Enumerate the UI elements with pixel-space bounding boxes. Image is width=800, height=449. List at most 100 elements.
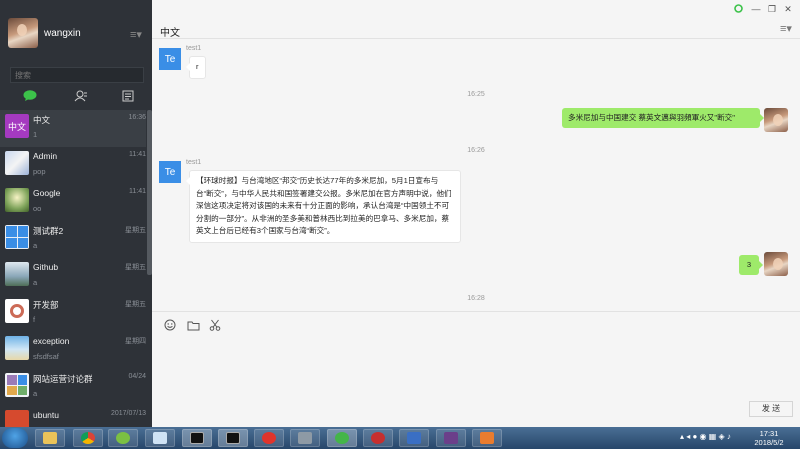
divider [152, 311, 800, 312]
terminal-icon[interactable] [182, 429, 212, 447]
chat-menu-icon[interactable]: ≡▾ [780, 22, 792, 35]
terminal-icon[interactable] [218, 429, 248, 447]
clock-time: 17:31 [759, 429, 779, 438]
chat-list-item[interactable]: exception sfsdfsaf 星期四 [0, 332, 146, 369]
timestamp: 16:28 [467, 295, 485, 302]
message-area[interactable]: Te test1 r 16:25 多米尼加与中国建交 蔡英文邁與羽頻軍火又"断交… [152, 39, 800, 312]
java-icon[interactable] [472, 429, 502, 447]
chat-preview: a [33, 241, 38, 250]
chat-time: 11:41 [129, 188, 146, 195]
chat-title: 中文 [160, 28, 180, 39]
game-icon[interactable] [436, 429, 466, 447]
chat-list-item[interactable]: Github a 星期五 [0, 258, 146, 295]
chat-name: 开发部 [33, 300, 59, 310]
timestamp: 16:25 [467, 91, 485, 98]
taskbar-clock[interactable]: 17:31 2018/5/2 [748, 429, 790, 447]
my-avatar[interactable] [764, 108, 788, 132]
wechat-icon[interactable] [327, 429, 357, 447]
chat-time: 星期五 [125, 264, 146, 271]
chat-preview: pop [33, 167, 46, 176]
emoji-icon[interactable] [163, 318, 177, 332]
restore-icon[interactable]: ❐ [766, 4, 778, 15]
chat-time: 11:41 [129, 151, 146, 158]
close-icon[interactable]: ✕ [782, 4, 794, 15]
chat-preview: a [33, 389, 38, 398]
chat-preview: a [33, 278, 38, 287]
chat-avatar [5, 262, 29, 286]
chat-list-item[interactable]: ubuntu 2017/07/13 [0, 406, 146, 427]
chat-name: ubuntu [33, 410, 59, 420]
chat-avatar [5, 299, 29, 323]
window-titlebar: — ❐ ✕ [152, 0, 800, 20]
sidebar: wangxin ≡▾ 中文 中文 1 16:36 Admin pop 11:41… [0, 0, 152, 427]
timestamp: 16:26 [467, 147, 485, 154]
chat-list-item[interactable]: 中文 中文 1 16:36 [0, 110, 146, 147]
chat-avatar [5, 410, 29, 427]
user-avatar[interactable] [8, 18, 38, 48]
message-input[interactable] [158, 338, 794, 396]
chat-time: 星期四 [125, 338, 146, 345]
chat-list: 中文 中文 1 16:36 Admin pop 11:41 Google oo … [0, 110, 152, 427]
chat-name: exception [33, 336, 70, 346]
hamburger-icon[interactable]: ≡▾ [130, 28, 142, 41]
chat-list-item[interactable]: 开发部 f 星期五 [0, 295, 146, 332]
favorites-icon[interactable] [118, 86, 138, 106]
input-toolbar [152, 314, 800, 334]
chat-time: 星期五 [125, 227, 146, 234]
chat-preview: sfsdfsaf [33, 352, 59, 361]
chat-time: 16:36 [128, 114, 146, 121]
status-circle-icon[interactable] [732, 4, 744, 15]
minimize-icon[interactable]: — [750, 4, 762, 14]
search-input[interactable] [10, 67, 144, 83]
chat-list-item[interactable]: Admin pop 11:41 [0, 147, 146, 184]
message-bubble-sent[interactable]: 3 [739, 255, 763, 275]
chat-avatar: 中文 [5, 114, 29, 138]
chat-bubble-icon[interactable] [20, 86, 40, 106]
send-button[interactable]: 发 送 [749, 401, 793, 417]
chat-panel: — ❐ ✕ 中文 ≡▾ Te test1 r 16:25 多米尼加与中国建交 蔡… [152, 0, 800, 427]
chat-preview: oo [33, 204, 42, 213]
chat-list-item[interactable]: Google oo 11:41 [0, 184, 146, 221]
chat-name: Google [33, 188, 61, 198]
explorer-icon[interactable] [35, 429, 65, 447]
system-tray[interactable]: ▴ ◂ ● ◉ ▦ ◈ ♪ [680, 432, 731, 441]
clock-date: 2018/5/2 [754, 438, 784, 447]
contacts-icon[interactable] [71, 86, 91, 106]
chat-time: 04/24 [128, 373, 146, 380]
chat-time: 星期五 [125, 301, 146, 308]
sender-avatar[interactable]: Te [159, 48, 181, 70]
netease-music-icon[interactable] [363, 429, 393, 447]
message-bubble-sent[interactable]: 多米尼加与中国建交 蔡英文邁與羽頻軍火又"断交" [562, 108, 764, 128]
chrome-icon[interactable] [73, 429, 103, 447]
start-button[interactable] [2, 428, 28, 448]
chat-name: 网站运营讨论群 [33, 374, 93, 384]
sender-avatar[interactable]: Te [159, 161, 181, 183]
trident-icon[interactable] [399, 429, 429, 447]
chat-list-item[interactable]: 网站运营讨论群 a 04/24 [0, 369, 146, 406]
chat-avatar [5, 336, 29, 360]
message-bubble[interactable]: r [186, 56, 206, 79]
netease-icon[interactable] [254, 429, 284, 447]
chat-avatar [5, 188, 29, 212]
profile-name: wangxin [44, 28, 81, 39]
app-green-icon[interactable] [108, 429, 138, 447]
message-bubble[interactable]: 【环球时报】与台湾地区“邦交”历史长达77年的多米尼加，5月1日宣布与台“断交”… [186, 170, 461, 243]
database-icon[interactable] [290, 429, 320, 447]
folder-icon[interactable] [186, 318, 200, 332]
chat-name: Admin [33, 151, 58, 161]
chat-list-item[interactable]: 测试群2 a 星期五 [0, 221, 146, 258]
my-avatar[interactable] [764, 252, 788, 276]
sidebar-nav [0, 86, 152, 108]
scissors-icon[interactable] [208, 318, 222, 332]
profile-header: wangxin ≡▾ [0, 0, 152, 62]
sender-name: test1 [186, 45, 202, 52]
taskbar: ▴ ◂ ● ◉ ▦ ◈ ♪ 17:31 2018/5/2 [0, 427, 800, 449]
chat-time: 2017/07/13 [110, 410, 146, 417]
group-avatar [5, 373, 29, 397]
group-avatar [5, 225, 29, 249]
chat-preview: f [33, 315, 36, 324]
notepad-icon[interactable] [145, 429, 175, 447]
sender-name: test1 [186, 159, 202, 166]
chat-name: Github [33, 262, 59, 272]
chat-avatar [5, 151, 29, 175]
